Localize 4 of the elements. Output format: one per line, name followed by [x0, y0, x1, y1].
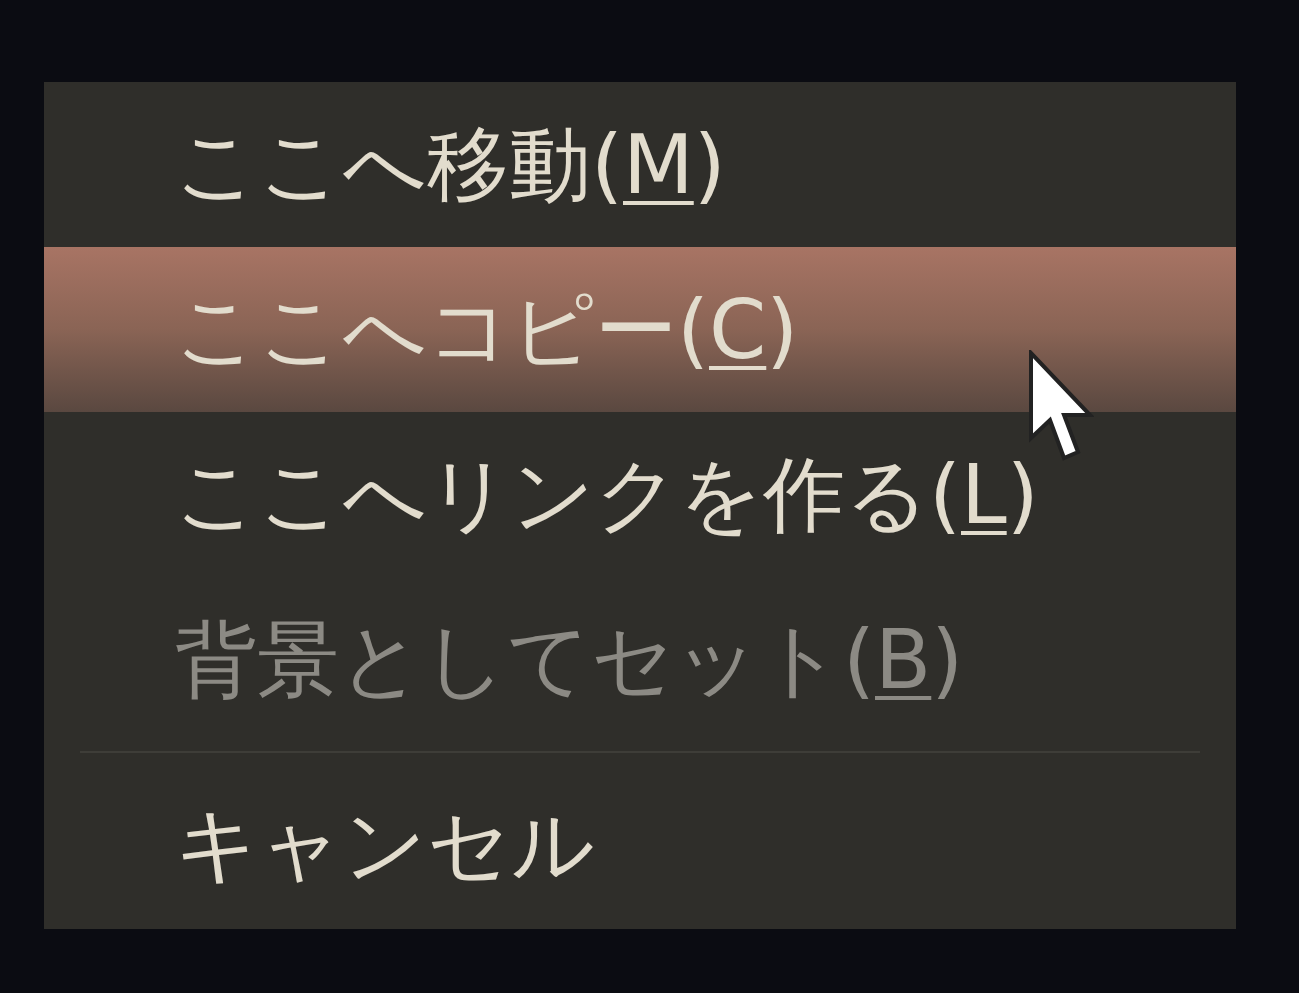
menu-item[interactable]: ここへリンクを作る(L) — [44, 412, 1236, 577]
menu-item[interactable]: ここへコピー(C) — [44, 247, 1236, 412]
menu-item[interactable]: キャンセル — [44, 762, 1236, 927]
menu-item[interactable]: ここへ移動(M) — [44, 82, 1236, 247]
